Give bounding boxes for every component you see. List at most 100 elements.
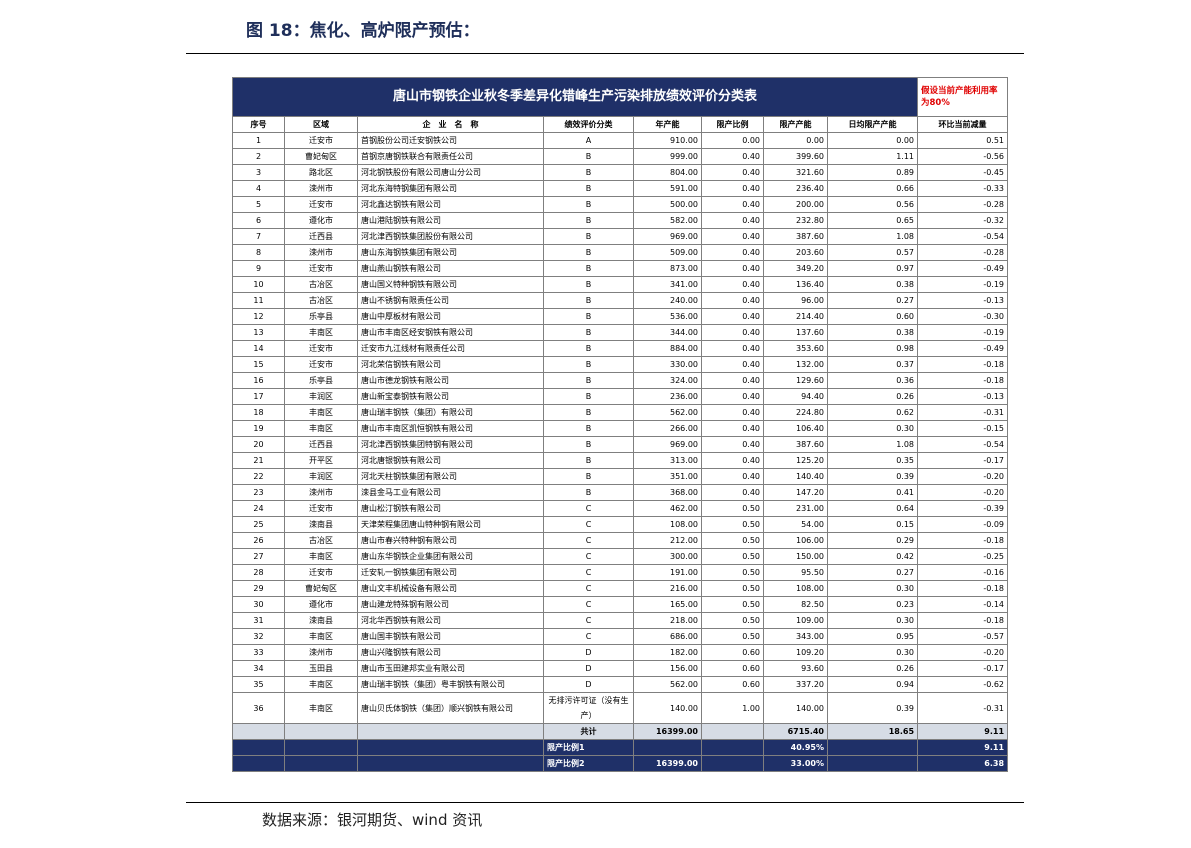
company-name: 唐山市丰南区经安钢铁有限公司 — [357, 324, 544, 341]
annual-capacity: 562.00 — [633, 404, 702, 421]
limit-ratio: 0.40 — [701, 228, 764, 245]
daily-limited-capacity: 1.11 — [826, 148, 919, 165]
empty-cell — [284, 723, 358, 740]
change-vs-current: -0.54 — [917, 228, 1009, 245]
limited-capacity: 109.00 — [763, 612, 828, 629]
row-number: 15 — [232, 356, 285, 373]
column-header: 环比当前减量 — [917, 116, 1009, 133]
annual-capacity: 582.00 — [633, 212, 702, 229]
annual-capacity: 313.00 — [633, 452, 702, 469]
rating-class: B — [543, 452, 634, 469]
limited-capacity: 109.20 — [763, 644, 828, 661]
ratio2-annual: 16399.00 — [633, 755, 702, 772]
region: 滦南县 — [284, 516, 358, 533]
daily-limited-capacity: 0.00 — [826, 132, 919, 149]
annual-capacity: 344.00 — [633, 324, 702, 341]
company-name: 河北津西钢铁集团特钢有限公司 — [357, 436, 544, 453]
annual-capacity: 165.00 — [633, 596, 702, 613]
daily-limited-capacity: 0.27 — [826, 292, 919, 309]
limit-ratio: 0.50 — [701, 500, 764, 517]
change-vs-current: -0.19 — [917, 324, 1009, 341]
table-row: 36 丰南区 唐山贝氏体钢铁（集团）顺兴钢铁有限公司 无排污许可证（没有生产） 140.… — [232, 692, 1009, 724]
table-title: 唐山市钢铁企业秋冬季差异化错峰生产污染排放绩效评价分类表 — [231, 77, 919, 117]
row-number: 29 — [232, 580, 285, 597]
company-name: 河北天柱钢铁集团有限公司 — [357, 468, 544, 485]
company-name: 唐山国丰钢铁有限公司 — [357, 628, 544, 645]
daily-limited-capacity: 0.60 — [826, 308, 919, 325]
limited-capacity: 140.00 — [763, 692, 828, 724]
daily-limited-capacity: 1.08 — [826, 436, 919, 453]
rating-class: C — [543, 612, 634, 629]
ratio2-label: 限产比例2 — [543, 755, 634, 772]
limited-capacity: 125.20 — [763, 452, 828, 469]
limit-ratio: 0.50 — [701, 564, 764, 581]
company-name: 唐山市丰南区凯恒钢铁有限公司 — [357, 420, 544, 437]
table-row: 19 丰南区 唐山市丰南区凯恒钢铁有限公司 B 266.00 0.40 106.40 0.30… — [232, 420, 1009, 437]
limit-ratio: 0.40 — [701, 148, 764, 165]
limit-ratio: 0.50 — [701, 532, 764, 549]
limited-capacity: 224.80 — [763, 404, 828, 421]
table-row: 34 玉田县 唐山市玉田建邦实业有限公司 D 156.00 0.60 93.60 0.26 -0… — [232, 660, 1009, 677]
limited-capacity: 387.60 — [763, 436, 828, 453]
company-name: 唐山燕山钢铁有限公司 — [357, 260, 544, 277]
row-number: 21 — [232, 452, 285, 469]
change-vs-current: -0.39 — [917, 500, 1009, 517]
daily-limited-capacity: 0.30 — [826, 420, 919, 437]
annual-capacity: 240.00 — [633, 292, 702, 309]
row-number: 16 — [232, 372, 285, 389]
limited-capacity: 200.00 — [763, 196, 828, 213]
empty-cell — [701, 723, 764, 740]
limit-ratio: 0.60 — [701, 644, 764, 661]
total-daily-limited: 18.65 — [826, 723, 919, 740]
ratio2-percent: 33.00% — [763, 755, 828, 772]
table-row: 4 滦州市 河北东海特钢集团有限公司 B 591.00 0.40 236.40 0.66 -0.… — [232, 180, 1009, 197]
empty-cell — [826, 755, 919, 772]
ratio1-label: 限产比例1 — [543, 739, 634, 756]
company-name: 河北东海特钢集团有限公司 — [357, 180, 544, 197]
daily-limited-capacity: 0.15 — [826, 516, 919, 533]
table-row: 32 丰南区 唐山国丰钢铁有限公司 C 686.00 0.50 343.00 0.95 -0.5… — [232, 628, 1009, 645]
company-name: 唐山瑞丰钢铁（集团）有限公司 — [357, 404, 544, 421]
table-row: 20 迁西县 河北津西钢铁集团特钢有限公司 B 969.00 0.40 387.60 1.08… — [232, 436, 1009, 453]
column-header: 区域 — [284, 116, 358, 133]
limited-capacity: 231.00 — [763, 500, 828, 517]
ratio2-row: 限产比例2 16399.00 33.00% 6.38 — [232, 755, 1009, 772]
limit-ratio: 0.40 — [701, 180, 764, 197]
limited-capacity: 214.40 — [763, 308, 828, 325]
rating-class: 无排污许可证（没有生产） — [543, 692, 634, 724]
company-name: 唐山国义特种钢铁有限公司 — [357, 276, 544, 293]
annual-capacity: 999.00 — [633, 148, 702, 165]
limit-ratio: 0.40 — [701, 388, 764, 405]
rating-class: B — [543, 468, 634, 485]
change-vs-current: -0.30 — [917, 308, 1009, 325]
column-header: 限产产能 — [763, 116, 828, 133]
limited-capacity: 108.00 — [763, 580, 828, 597]
table-row: 24 迁安市 唐山松汀钢铁有限公司 C 462.00 0.50 231.00 0.64 -0.3… — [232, 500, 1009, 517]
table-row: 35 丰南区 唐山瑞丰钢铁（集团）粤丰钢铁有限公司 D 562.00 0.60 337.20… — [232, 676, 1009, 693]
limited-capacity: 82.50 — [763, 596, 828, 613]
daily-limited-capacity: 0.26 — [826, 388, 919, 405]
table-row: 27 丰南区 唐山东华钢铁企业集团有限公司 C 300.00 0.50 150.00 0.42… — [232, 548, 1009, 565]
annual-capacity: 108.00 — [633, 516, 702, 533]
rating-class: B — [543, 372, 634, 389]
daily-limited-capacity: 0.89 — [826, 164, 919, 181]
company-name: 首钢京唐钢铁联合有限责任公司 — [357, 148, 544, 165]
table-row: 7 迁西县 河北津西钢铁集团股份有限公司 B 969.00 0.40 387.60 1.08-… — [232, 228, 1009, 245]
column-header: 日均限产产能 — [826, 116, 919, 133]
annual-capacity: 500.00 — [633, 196, 702, 213]
table-row: 25 滦南县 天津荣程集团唐山特种钢有限公司 C 108.00 0.50 54.00 0.15… — [232, 516, 1009, 533]
row-number: 34 — [232, 660, 285, 677]
limited-capacity: 94.40 — [763, 388, 828, 405]
company-name: 河北钢铁股份有限公司唐山分公司 — [357, 164, 544, 181]
row-number: 36 — [232, 692, 285, 724]
ratio1-annual — [633, 739, 702, 756]
table-row: 9 迁安市 唐山燕山钢铁有限公司 B 873.00 0.40 349.20 0.97 -0.49 — [232, 260, 1009, 277]
limit-ratio: 0.40 — [701, 484, 764, 501]
daily-limited-capacity: 0.30 — [826, 612, 919, 629]
limit-ratio: 0.40 — [701, 452, 764, 469]
annual-capacity: 562.00 — [633, 676, 702, 693]
region: 丰润区 — [284, 388, 358, 405]
table-row: 22 丰润区 河北天柱钢铁集团有限公司 B 351.00 0.40 140.40 0.39 -0… — [232, 468, 1009, 485]
change-vs-current: -0.28 — [917, 244, 1009, 261]
annual-capacity: 591.00 — [633, 180, 702, 197]
